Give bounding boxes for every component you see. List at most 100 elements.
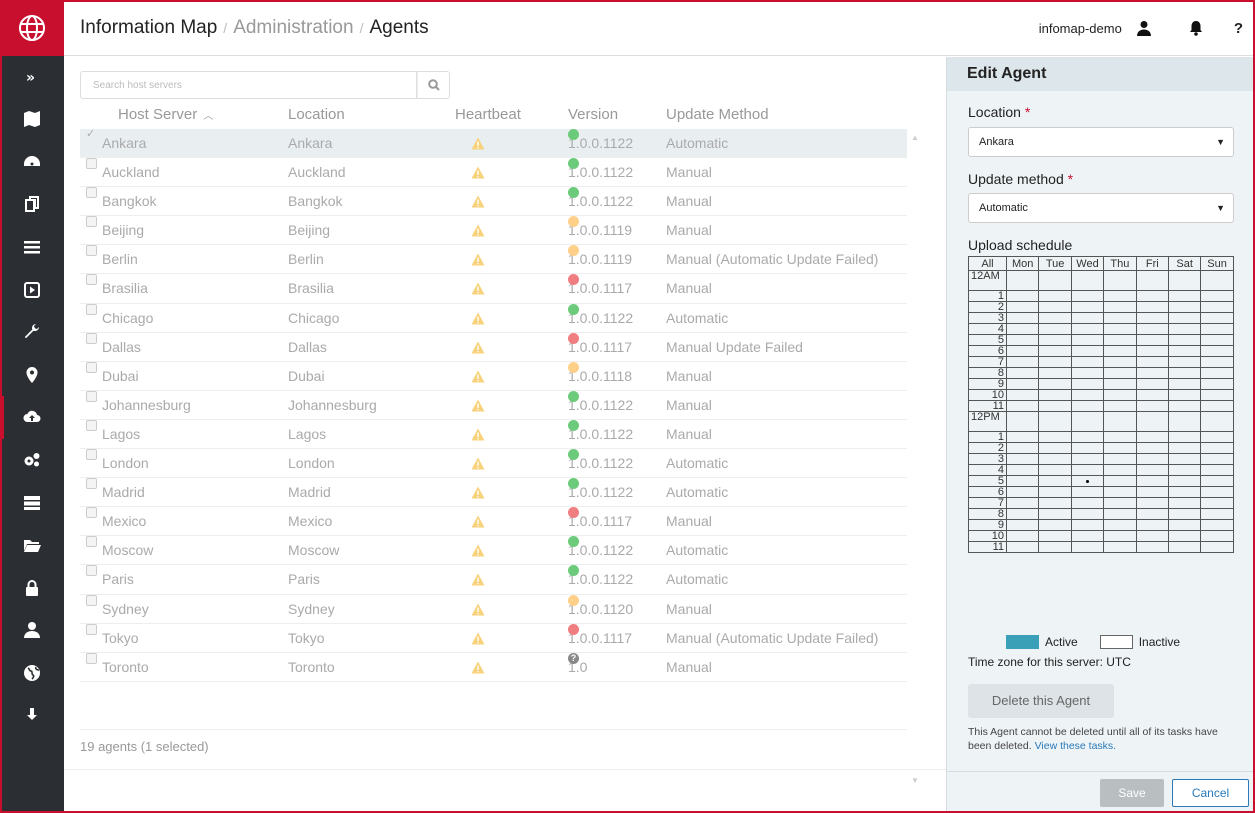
schedule-cell[interactable]	[1167, 453, 1202, 465]
schedule-cell[interactable]	[1200, 378, 1234, 390]
schedule-cell[interactable]	[1200, 290, 1234, 302]
schedule-day-sun[interactable]: Sun	[1200, 256, 1234, 271]
schedule-cell[interactable]	[1038, 270, 1072, 291]
schedule-cell[interactable]	[1135, 400, 1169, 412]
schedule-cell[interactable]	[1135, 519, 1169, 531]
schedule-cell[interactable]	[1200, 367, 1234, 379]
table-row[interactable]: Berlin Berlin 1.0.0.1119 Manual (Automatic …	[80, 245, 907, 275]
schedule-cell[interactable]	[1070, 301, 1105, 313]
schedule-cell[interactable]	[1135, 270, 1169, 291]
schedule-cell[interactable]	[1200, 497, 1234, 509]
schedule-hour-label[interactable]: 9	[968, 519, 1007, 531]
schedule-cell[interactable]	[1005, 453, 1040, 465]
schedule-cell[interactable]	[1005, 475, 1040, 487]
row-checkbox[interactable]	[86, 652, 97, 664]
sidebar-item-cloud-upload[interactable]	[0, 396, 64, 439]
logo[interactable]	[0, 0, 64, 56]
schedule-cell[interactable]	[1135, 431, 1169, 443]
row-checkbox[interactable]	[86, 565, 97, 577]
schedule-cell[interactable]	[1005, 431, 1040, 443]
schedule-hour-label[interactable]: 7	[968, 356, 1007, 368]
schedule-cell[interactable]	[1038, 389, 1072, 401]
schedule-cell[interactable]	[1167, 475, 1202, 487]
schedule-cell[interactable]	[1070, 464, 1105, 476]
schedule-cell[interactable]	[1070, 345, 1105, 357]
sidebar-item-cogs[interactable]	[0, 439, 64, 482]
schedule-cell[interactable]	[1005, 486, 1040, 498]
schedule-cell[interactable]	[1070, 323, 1105, 335]
table-row[interactable]: Sydney Sydney 1.0.0.1120 Manual	[80, 594, 907, 624]
search-button[interactable]	[417, 71, 450, 99]
schedule-hour-label[interactable]: 11	[968, 541, 1007, 553]
table-row[interactable]: London London 1.0.0.1122 Automatic	[80, 449, 907, 479]
schedule-cell[interactable]	[1038, 464, 1072, 476]
schedule-hour-label[interactable]: 8	[968, 367, 1007, 379]
schedule-hour-label[interactable]: 6	[968, 486, 1007, 498]
row-checkbox[interactable]	[86, 245, 97, 257]
sidebar-item-wrench[interactable]	[0, 311, 64, 354]
schedule-cell[interactable]	[1135, 464, 1169, 476]
schedule-hour-label[interactable]: 6	[968, 345, 1007, 357]
schedule-hour-label[interactable]: 4	[968, 464, 1007, 476]
schedule-cell[interactable]	[1103, 431, 1137, 443]
schedule-cell[interactable]	[1070, 486, 1105, 498]
table-row[interactable]: Beijing Beijing 1.0.0.1119 Manual	[80, 216, 907, 246]
sidebar-item-map[interactable]	[0, 98, 64, 141]
schedule-cell[interactable]	[1103, 367, 1137, 379]
schedule-hour-label[interactable]: 3	[968, 453, 1007, 465]
search-input[interactable]	[80, 71, 417, 99]
sidebar-item-expand[interactable]: »	[0, 56, 64, 98]
table-row[interactable]: Moscow Moscow 1.0.0.1122 Automatic	[80, 536, 907, 566]
breadcrumb-app[interactable]: Information Map	[80, 17, 217, 39]
schedule-cell[interactable]	[1038, 411, 1072, 432]
schedule-cell[interactable]	[1103, 464, 1137, 476]
schedule-cell[interactable]	[1005, 464, 1040, 476]
schedule-hour-label[interactable]: 10	[968, 389, 1007, 401]
table-row[interactable]: Dubai Dubai 1.0.0.1118 Manual	[80, 361, 907, 391]
table-row[interactable]: ✓ Ankara Ankara 1.0.0.1122 Automatic	[80, 129, 907, 159]
schedule-cell[interactable]	[1135, 497, 1169, 509]
table-row[interactable]: Johannesburg Johannesburg 1.0.0.1122 Manual	[80, 390, 907, 420]
row-checkbox[interactable]	[86, 623, 97, 635]
table-row[interactable]: Lagos Lagos 1.0.0.1122 Manual	[80, 419, 907, 450]
schedule-cell[interactable]	[1038, 312, 1072, 324]
schedule-cell[interactable]	[1135, 442, 1169, 454]
schedule-cell[interactable]	[1070, 497, 1105, 509]
schedule-cell[interactable]	[1038, 301, 1072, 313]
schedule-cell[interactable]	[1038, 497, 1072, 509]
row-checkbox[interactable]	[86, 332, 97, 344]
schedule-cell[interactable]	[1103, 270, 1137, 291]
schedule-cell[interactable]	[1103, 334, 1137, 346]
schedule-cell[interactable]	[1070, 334, 1105, 346]
schedule-cell[interactable]	[1070, 270, 1105, 291]
table-row[interactable]: Tokyo Tokyo 1.0.0.1117 Manual (Automatic Up…	[80, 623, 907, 653]
schedule-cell[interactable]	[1070, 519, 1105, 531]
schedule-cell[interactable]	[1135, 323, 1169, 335]
sidebar-item-list[interactable]	[0, 226, 64, 269]
schedule-cell[interactable]	[1103, 323, 1137, 335]
schedule-cell[interactable]	[1167, 519, 1202, 531]
delete-agent-button[interactable]: Delete this Agent	[968, 684, 1114, 718]
schedule-cell[interactable]	[1005, 323, 1040, 335]
schedule-cell[interactable]	[1005, 334, 1040, 346]
schedule-cell[interactable]	[1167, 486, 1202, 498]
schedule-cell[interactable]	[1167, 442, 1202, 454]
schedule-cell[interactable]	[1103, 400, 1137, 412]
schedule-cell[interactable]	[1070, 411, 1105, 432]
schedule-cell[interactable]	[1103, 290, 1137, 302]
schedule-cell[interactable]	[1167, 464, 1202, 476]
row-checkbox[interactable]	[86, 449, 97, 461]
schedule-cell[interactable]	[1038, 530, 1072, 542]
schedule-hour-label[interactable]: 4	[968, 323, 1007, 335]
schedule-hour-label[interactable]: 9	[968, 378, 1007, 390]
username[interactable]: infomap-demo	[1039, 21, 1122, 36]
row-checkbox[interactable]	[86, 507, 97, 519]
schedule-cell[interactable]	[1167, 389, 1202, 401]
row-checkbox[interactable]	[86, 390, 97, 402]
schedule-cell[interactable]	[1070, 356, 1105, 368]
schedule-cell[interactable]	[1070, 290, 1105, 302]
schedule-cell[interactable]	[1070, 400, 1105, 412]
schedule-cell[interactable]	[1200, 270, 1234, 291]
schedule-hour-label[interactable]: 7	[968, 497, 1007, 509]
sidebar-item-globe[interactable]	[0, 652, 64, 695]
